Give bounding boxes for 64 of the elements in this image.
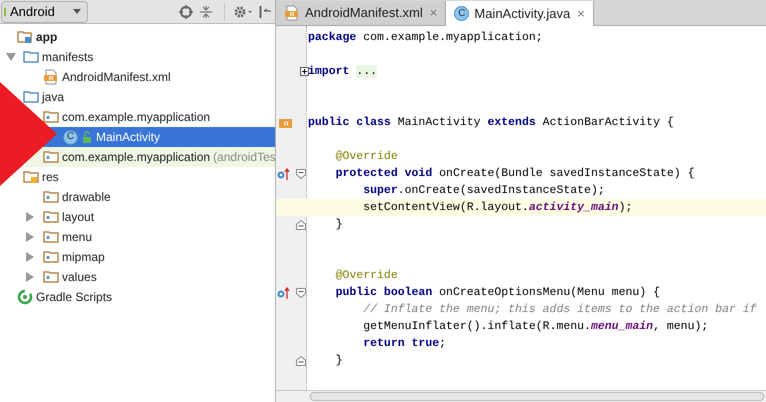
collapsed-arrow-icon[interactable] xyxy=(26,212,34,222)
gear-button[interactable] xyxy=(224,2,255,20)
code-line: @Override xyxy=(334,148,398,165)
package-icon xyxy=(43,249,59,265)
crosshair-icon xyxy=(179,4,193,18)
package-icon xyxy=(43,109,59,125)
fold-icon xyxy=(296,168,306,178)
code-line: setContentView(R.layout.activity_main); xyxy=(362,200,632,216)
scrollbar-thumb[interactable] xyxy=(310,392,764,401)
package-icon xyxy=(43,269,59,285)
folder-icon xyxy=(17,29,33,45)
package-icon xyxy=(43,209,59,225)
view-selector-dropdown[interactable]: Android xyxy=(1,0,88,22)
tree-item[interactable]: manifests xyxy=(23,47,94,67)
xml-file-icon xyxy=(43,69,59,85)
class-icon: C xyxy=(454,6,470,21)
package-icon xyxy=(43,149,59,165)
tree-item[interactable]: layout xyxy=(43,207,94,227)
code-line: } xyxy=(334,216,343,233)
tree-item[interactable]: res xyxy=(23,167,59,187)
tree-item[interactable]: drawable xyxy=(43,187,111,207)
class-icon: C xyxy=(63,130,78,144)
editor-tab[interactable]: AndroidManifest.xml × xyxy=(276,1,446,25)
expand-icon xyxy=(300,67,309,76)
code-line: package com.example.myapplication; xyxy=(307,30,543,46)
code-line: public class MainActivity extends ActionBarActivity { xyxy=(307,114,674,131)
tree-item[interactable]: com.example.myapplication xyxy=(43,107,210,127)
code-line: import ... xyxy=(307,64,378,80)
code-line: super.onCreate(savedInstanceState); xyxy=(362,182,605,199)
code-line: } xyxy=(334,352,343,369)
crosshair-button[interactable] xyxy=(176,2,196,20)
tree-item[interactable]: Gradle Scripts xyxy=(17,287,112,307)
tree-item[interactable]: java xyxy=(23,87,64,107)
expanded-arrow-icon[interactable] xyxy=(6,53,16,61)
code-line: return true; xyxy=(362,336,446,352)
gradle-icon xyxy=(17,289,33,305)
code-line: getMenuInflater().inflate(R.menu.menu_main, menu); xyxy=(362,318,708,335)
code-line: // Inflate the menu; this adds items to the action bar if xyxy=(362,302,757,318)
caret-icon xyxy=(73,9,81,14)
package-icon xyxy=(43,189,59,205)
collapse-icon xyxy=(199,4,213,18)
fold-icon xyxy=(296,288,306,298)
collapsed-arrow-icon[interactable] xyxy=(26,252,34,262)
gear-icon xyxy=(233,4,252,18)
package-icon xyxy=(43,229,59,245)
editor-tab[interactable]: C MainActivity.java × xyxy=(446,1,594,26)
folder-icon xyxy=(23,49,39,65)
tree-item[interactable]: mipmap xyxy=(43,247,105,267)
tree-item[interactable]: values xyxy=(43,267,97,287)
code-line: protected void onCreate(Bundle savedInstanceState) { xyxy=(334,166,694,182)
pin-left-icon xyxy=(258,4,272,18)
collapsed-arrow-icon[interactable] xyxy=(26,272,34,282)
tree-item[interactable]: app xyxy=(17,27,58,47)
code-line: @Override xyxy=(334,268,398,284)
code-line: public boolean onCreateOptionsMenu(Menu menu) { xyxy=(334,284,660,301)
collapsed-arrow-icon[interactable] xyxy=(26,232,34,242)
folder-icon xyxy=(23,89,39,105)
folder-icon xyxy=(23,169,39,185)
horizontal-scrollbar[interactable] xyxy=(276,390,766,402)
tree-item[interactable]: menu xyxy=(43,227,92,247)
lock-icon xyxy=(81,131,93,143)
close-tab-button[interactable]: × xyxy=(577,4,585,24)
xml-file-icon xyxy=(284,5,300,21)
tree-item[interactable]: AndroidManifest.xml xyxy=(43,67,171,87)
